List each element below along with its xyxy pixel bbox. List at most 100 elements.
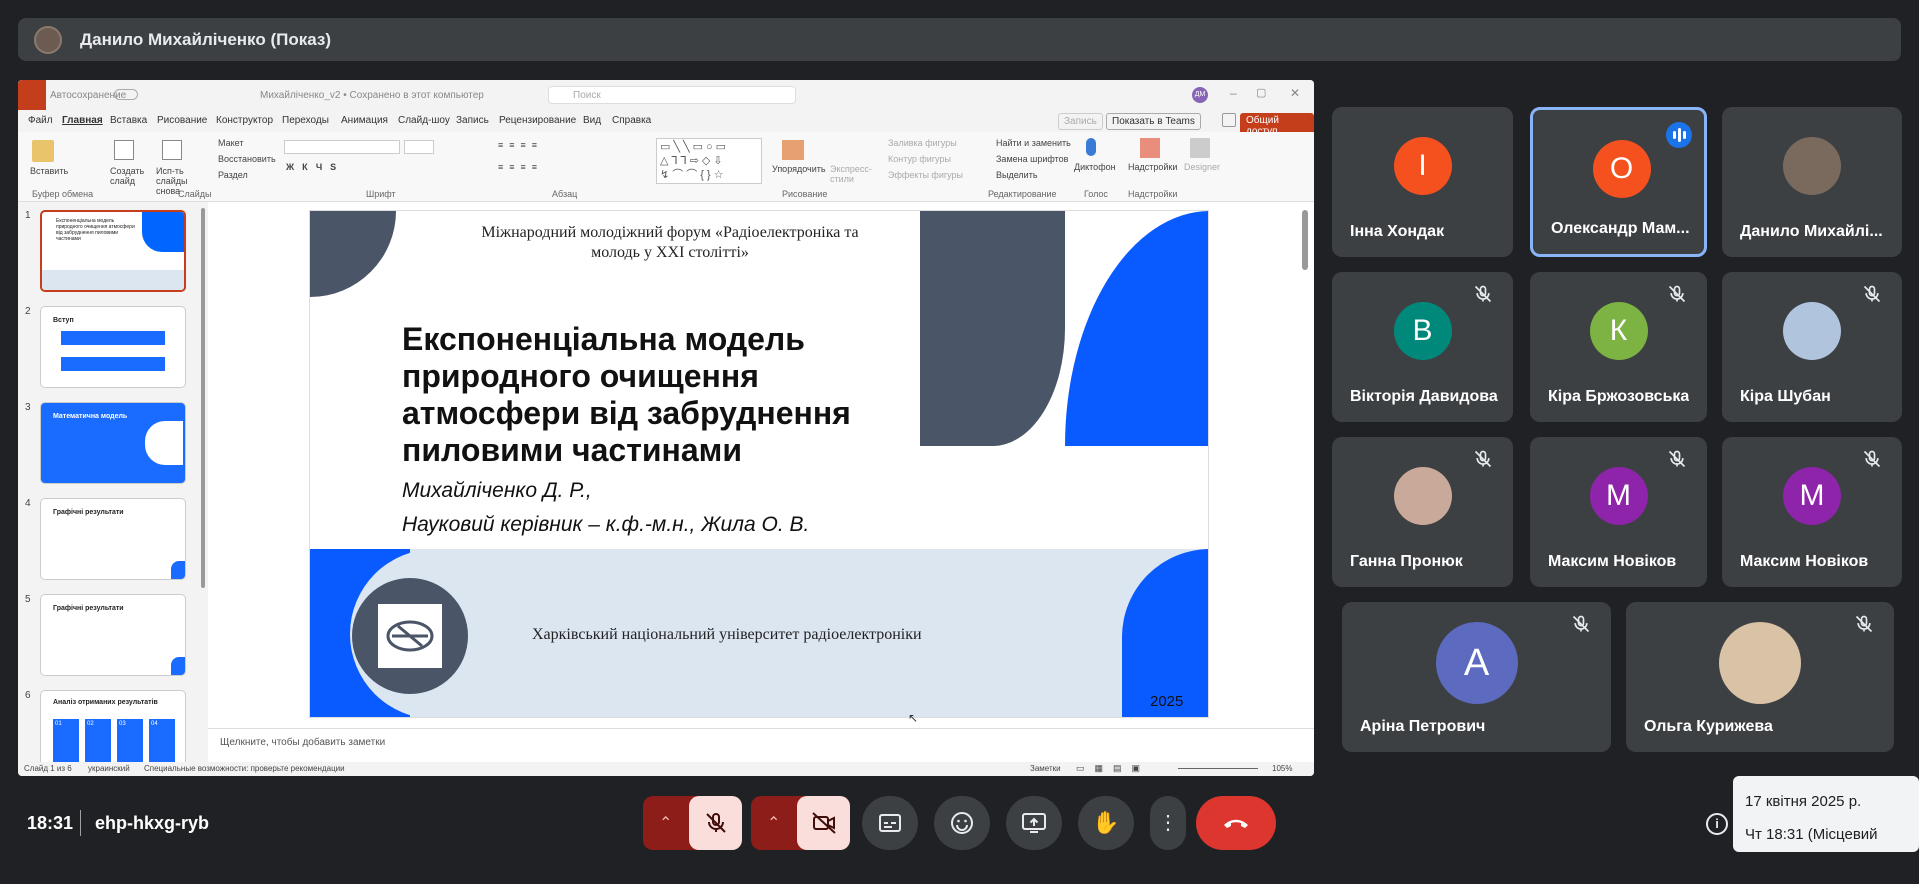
designer-button[interactable]: Designer bbox=[1184, 162, 1220, 172]
present-teams-button[interactable]: Показать в Teams bbox=[1106, 113, 1201, 130]
comments-icon[interactable] bbox=[1222, 113, 1236, 127]
reuse-slides-icon[interactable] bbox=[162, 140, 182, 160]
participant-tile[interactable]: А Аріна Петрович bbox=[1342, 602, 1611, 752]
chevron-up-icon[interactable]: ⌃ bbox=[659, 813, 672, 833]
tab-design[interactable]: Конструктор bbox=[216, 115, 273, 126]
maximize-icon[interactable]: ▢ bbox=[1256, 86, 1266, 99]
tab-view[interactable]: Вид bbox=[583, 115, 601, 126]
search-box[interactable]: Поиск bbox=[548, 86, 796, 104]
notes-toggle[interactable]: Заметки bbox=[1030, 764, 1061, 773]
replace-fonts-button[interactable]: Замена шрифтов bbox=[996, 154, 1068, 164]
paste-icon[interactable] bbox=[32, 140, 54, 162]
slide-author: Михайліченко Д. Р., bbox=[402, 479, 592, 502]
mic-icon[interactable] bbox=[1086, 138, 1096, 156]
slide-thumb-6[interactable]: Аналіз отриманих результатів 01 02 03 04 bbox=[40, 690, 186, 772]
slide-thumb-2[interactable]: Вступ bbox=[40, 306, 186, 388]
quick-styles-button[interactable]: Экспресс-стили bbox=[830, 164, 872, 184]
more-options-button[interactable]: ⋮ bbox=[1150, 796, 1186, 850]
thumbs-scrollbar[interactable] bbox=[201, 208, 205, 588]
shape-outline-button[interactable]: Контур фигуры bbox=[888, 154, 951, 164]
tab-review[interactable]: Рецензирование bbox=[499, 115, 576, 126]
participant-tile[interactable]: О Олександр Мам... bbox=[1530, 107, 1707, 257]
minimize-icon[interactable]: – bbox=[1230, 86, 1237, 100]
slide-thumb-5[interactable]: Графічні результати bbox=[40, 594, 186, 676]
participant-tile[interactable]: В Вікторія Давидова bbox=[1332, 272, 1513, 422]
section-button[interactable]: Раздел bbox=[218, 170, 248, 180]
ppt-app-icon[interactable] bbox=[18, 80, 46, 110]
slide-thumb-4[interactable]: Графічні результати bbox=[40, 498, 186, 580]
slide-advisor: Науковий керівник – к.ф.-м.н., Жила О. В… bbox=[402, 513, 810, 536]
mic-off-icon bbox=[705, 813, 726, 833]
participant-tile[interactable]: М Максим Новіков bbox=[1530, 437, 1707, 587]
meeting-info-icon[interactable]: i bbox=[1706, 813, 1728, 835]
reset-button[interactable]: Восстановить bbox=[218, 154, 276, 164]
dictate-button[interactable]: Диктофон bbox=[1074, 162, 1116, 172]
slide-thumb-1[interactable]: Експоненціальна модель природного очищен… bbox=[40, 210, 186, 292]
language-indicator[interactable]: украинский bbox=[88, 764, 130, 773]
mic-toggle-button[interactable] bbox=[689, 796, 742, 850]
slide-thumb-3[interactable]: Математична модель bbox=[40, 402, 186, 484]
present-button[interactable] bbox=[1006, 796, 1062, 850]
zoom-level[interactable]: 105% bbox=[1272, 764, 1292, 773]
new-slide-button[interactable]: Создать слайд bbox=[110, 166, 146, 186]
font-size-box[interactable] bbox=[404, 140, 434, 154]
thumb-title: Математична модель bbox=[53, 413, 128, 420]
align-buttons[interactable]: ≡≡≡≡ bbox=[498, 162, 543, 172]
notes-pane[interactable]: Щелкните, чтобы добавить заметки bbox=[208, 728, 1314, 758]
autosave-toggle[interactable] bbox=[114, 89, 138, 100]
reactions-button[interactable] bbox=[934, 796, 990, 850]
tab-record[interactable]: Запись bbox=[456, 115, 489, 126]
layout-button[interactable]: Макет bbox=[218, 138, 243, 148]
captions-button[interactable] bbox=[862, 796, 918, 850]
participant-tile[interactable]: М Максим Новіков bbox=[1722, 437, 1902, 587]
participant-tile[interactable]: І Інна Хондак bbox=[1332, 107, 1513, 257]
paragraph-buttons[interactable]: ≡≡≡≡ bbox=[498, 140, 543, 150]
designer-icon[interactable] bbox=[1190, 138, 1210, 158]
addins-button[interactable]: Надстройки bbox=[1128, 162, 1177, 172]
participant-tile[interactable]: Ганна Пронюк bbox=[1332, 437, 1513, 587]
close-icon[interactable]: ✕ bbox=[1290, 86, 1300, 100]
tab-help[interactable]: Справка bbox=[612, 115, 651, 126]
participant-tile[interactable]: К Кіра Бржозовська bbox=[1530, 272, 1707, 422]
forum-caption: Міжнародний молодіжний форум «Радіоелект… bbox=[430, 223, 910, 263]
font-name-box[interactable] bbox=[284, 140, 400, 154]
shape-effects-button[interactable]: Эффекты фигуры bbox=[888, 170, 963, 180]
tab-slideshow[interactable]: Слайд-шоу bbox=[398, 115, 450, 126]
participant-tile[interactable]: Ольга Курижева bbox=[1626, 602, 1894, 752]
paste-button[interactable]: Вставить bbox=[30, 166, 68, 176]
addins-icon[interactable] bbox=[1140, 138, 1160, 158]
camera-toggle-button[interactable] bbox=[797, 796, 850, 850]
participant-tile[interactable]: Кіра Шубан bbox=[1722, 272, 1902, 422]
tab-draw[interactable]: Рисование bbox=[157, 115, 207, 126]
select-button[interactable]: Выделить bbox=[996, 170, 1038, 180]
participant-name: Ганна Пронюк bbox=[1350, 553, 1463, 570]
tab-home[interactable]: Главная bbox=[62, 115, 103, 126]
tab-file[interactable]: Файл bbox=[28, 115, 53, 126]
user-avatar[interactable]: ДМ bbox=[1192, 87, 1208, 103]
shapes-gallery[interactable]: ▭╲╲▭○▭ △⅂⅂⇨◇⇩ ↯⌒⌒{}☆ bbox=[656, 138, 762, 184]
present-screen-icon bbox=[1022, 813, 1046, 833]
meeting-code[interactable]: ehp-hkxg-ryb bbox=[95, 813, 209, 834]
font-format-buttons[interactable]: ЖКЧS bbox=[286, 162, 344, 172]
shape-fill-button[interactable]: Заливка фигуры bbox=[888, 138, 957, 148]
chevron-up-icon[interactable]: ⌃ bbox=[767, 813, 780, 833]
leave-call-button[interactable] bbox=[1196, 796, 1276, 850]
tab-animations[interactable]: Анимация bbox=[341, 115, 388, 126]
view-buttons[interactable]: ▭▦▤▣ bbox=[1076, 763, 1150, 774]
arrange-icon[interactable] bbox=[782, 140, 804, 160]
tab-transitions[interactable]: Переходы bbox=[282, 115, 329, 126]
arrange-button[interactable]: Упорядочить bbox=[772, 164, 826, 174]
record-button[interactable]: Запись bbox=[1058, 113, 1103, 130]
accessibility-status[interactable]: Специальные возможности: проверьте реком… bbox=[144, 764, 345, 773]
zoom-slider[interactable] bbox=[1178, 768, 1258, 769]
new-slide-icon[interactable] bbox=[114, 140, 134, 160]
participant-tile[interactable]: Данило Михайлі... bbox=[1722, 107, 1902, 257]
slide-scrollbar[interactable] bbox=[1302, 210, 1308, 270]
participant-avatar: А bbox=[1435, 622, 1518, 704]
tab-insert[interactable]: Вставка bbox=[110, 115, 147, 126]
presenter-bar: Данило Михайліченко (Показ) bbox=[18, 18, 1901, 61]
find-replace-button[interactable]: Найти и заменить bbox=[996, 138, 1071, 148]
title-line-1: Експоненціальна модель bbox=[402, 321, 805, 357]
raise-hand-button[interactable]: ✋ bbox=[1078, 796, 1134, 850]
participant-name: Олександр Мам... bbox=[1551, 220, 1690, 237]
